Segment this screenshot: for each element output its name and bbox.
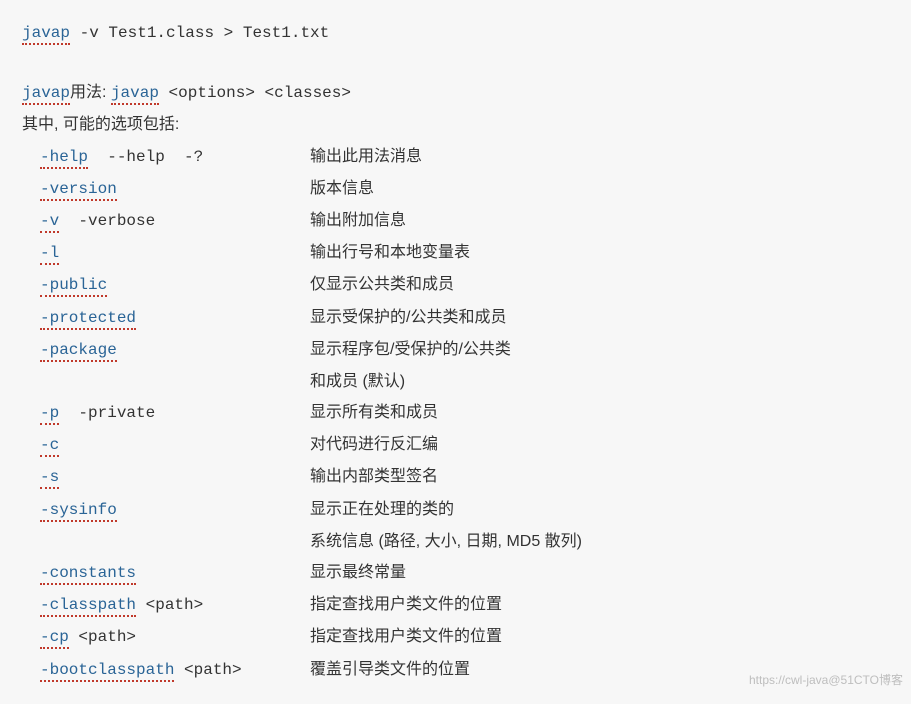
option-flag: -cp [40, 628, 69, 649]
usage-label: 用法: [70, 84, 111, 101]
option-row: -cp <path> 指定查找用户类文件的位置 [22, 621, 889, 653]
option-desc: 版本信息 [310, 173, 374, 204]
options-intro: 其中, 可能的选项包括: [22, 109, 889, 140]
option-desc: 输出内部类型签名 [310, 461, 438, 492]
option-flag: -p [40, 404, 59, 425]
options-list: -help --help -? 输出此用法消息 -version 版本信息 -v… [22, 141, 889, 686]
option-flag: -c [40, 436, 59, 457]
option-flag: -protected [40, 309, 136, 330]
option-desc: 输出行号和本地变量表 [310, 237, 470, 268]
option-flag-extra: <path> [174, 661, 241, 679]
option-desc: 覆盖引导类文件的位置 [310, 654, 470, 685]
option-flag: -version [40, 180, 117, 201]
option-row: -constants 显示最终常量 [22, 557, 889, 589]
option-flag: -public [40, 276, 107, 297]
option-desc: 和成员 (默认) [310, 366, 405, 397]
command-args: -v Test1.class > Test1.txt [70, 24, 329, 42]
usage-cmd: javap [22, 84, 70, 105]
terminal-output: javap -v Test1.class > Test1.txt javap用法… [0, 0, 911, 704]
option-desc: 系统信息 (路径, 大小, 日期, MD5 散列) [310, 526, 582, 557]
option-row: -public 仅显示公共类和成员 [22, 269, 889, 301]
option-row: -s 输出内部类型签名 [22, 461, 889, 493]
option-desc: 对代码进行反汇编 [310, 429, 438, 460]
option-row: -l 输出行号和本地变量表 [22, 237, 889, 269]
option-row: -help --help -? 输出此用法消息 [22, 141, 889, 173]
usage-syntax-cmd: javap [111, 84, 159, 105]
option-desc: 输出附加信息 [310, 205, 406, 236]
option-desc: 显示程序包/受保护的/公共类 [310, 334, 511, 365]
option-flag-extra: <path> [69, 628, 136, 646]
option-row: -c 对代码进行反汇编 [22, 429, 889, 461]
option-flag: -l [40, 244, 59, 265]
option-flag: -bootclasspath [40, 661, 174, 682]
option-flag-extra: -verbose [59, 212, 155, 230]
command-name: javap [22, 24, 70, 45]
option-desc: 显示正在处理的类的 [310, 494, 454, 525]
option-desc: 显示所有类和成员 [310, 397, 438, 428]
option-desc: 显示最终常量 [310, 557, 406, 588]
option-desc: 显示受保护的/公共类和成员 [310, 302, 506, 333]
option-flag-extra: --help -? [88, 148, 203, 166]
option-flag: -v [40, 212, 59, 233]
option-row: -protected 显示受保护的/公共类和成员 [22, 302, 889, 334]
option-desc: 输出此用法消息 [310, 141, 422, 172]
watermark: https://cwl-java@51CTO博客 [749, 671, 903, 688]
option-flag: -classpath [40, 596, 136, 617]
option-row: 系统信息 (路径, 大小, 日期, MD5 散列) [22, 526, 889, 557]
option-row: -p -private 显示所有类和成员 [22, 397, 889, 429]
option-flag: -help [40, 148, 88, 169]
usage-syntax-args: <options> <classes> [159, 84, 351, 102]
command-line: javap -v Test1.class > Test1.txt [22, 18, 889, 49]
option-desc: 指定查找用户类文件的位置 [310, 589, 502, 620]
option-flag: -package [40, 341, 117, 362]
option-flag-extra: -private [59, 404, 155, 422]
option-flag-extra: <path> [136, 596, 203, 614]
option-flag: -sysinfo [40, 501, 117, 522]
option-desc: 仅显示公共类和成员 [310, 269, 454, 300]
option-flag: -constants [40, 564, 136, 585]
option-row: 和成员 (默认) [22, 366, 889, 397]
option-desc: 指定查找用户类文件的位置 [310, 621, 502, 652]
option-flag: -s [40, 468, 59, 489]
usage-line: javap用法: javap <options> <classes> [22, 77, 889, 109]
option-row: -version 版本信息 [22, 173, 889, 205]
option-row: -classpath <path> 指定查找用户类文件的位置 [22, 589, 889, 621]
option-row: -package 显示程序包/受保护的/公共类 [22, 334, 889, 366]
option-row: -sysinfo 显示正在处理的类的 [22, 494, 889, 526]
option-row: -v -verbose 输出附加信息 [22, 205, 889, 237]
